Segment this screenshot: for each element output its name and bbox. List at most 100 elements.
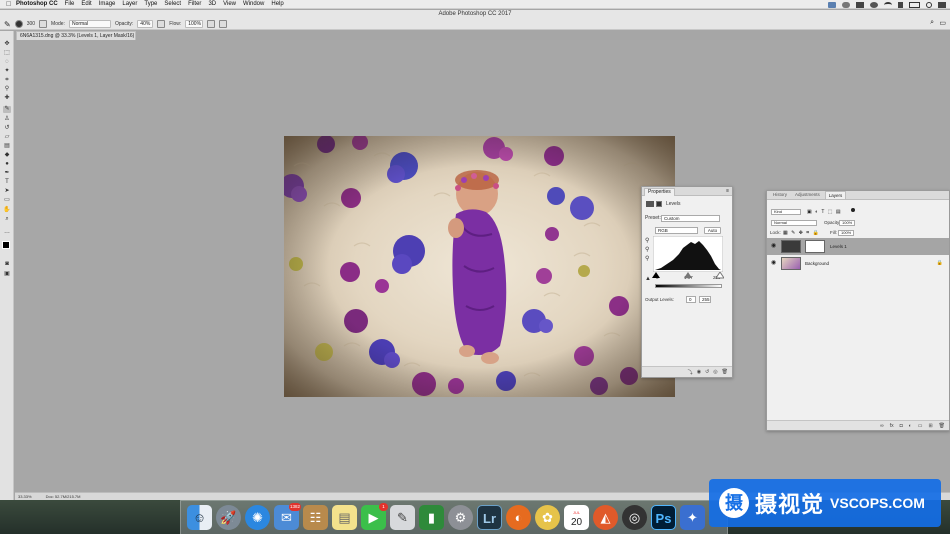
preview-icon[interactable]: ✎ <box>390 505 415 530</box>
menu-filter[interactable]: Filter <box>188 1 201 7</box>
eraser-tool-icon[interactable]: ▱ <box>3 134 11 141</box>
visibility-eye-icon[interactable]: ◉ <box>771 238 776 255</box>
reset-icon[interactable]: ↺ <box>705 369 709 375</box>
shape-tool-icon[interactable]: ▭ <box>3 197 11 204</box>
delete-layer-icon[interactable]: 🗑 <box>939 423 945 429</box>
menu-type[interactable]: Type <box>144 1 157 7</box>
view-previous-icon[interactable]: ◉ <box>697 369 701 375</box>
system-preferences-icon[interactable]: ⚙ <box>448 505 473 530</box>
healing-tool-icon[interactable]: ✚ <box>3 95 11 102</box>
spotlight-icon[interactable] <box>926 1 932 8</box>
fill-field[interactable]: 100% <box>838 230 854 236</box>
mode-select[interactable]: Normal <box>68 20 111 28</box>
clip-to-layer-icon[interactable]: ⤵ <box>688 369 693 376</box>
layer-row-background[interactable]: ◉ Background 🔒 <box>767 255 949 272</box>
numbers-icon[interactable]: ▮ <box>419 505 444 530</box>
layer-name[interactable]: Levels 1 <box>830 238 847 255</box>
preset-select[interactable]: Custom <box>661 215 720 222</box>
path-select-icon[interactable]: ➤ <box>3 188 11 195</box>
menu-window[interactable]: Window <box>243 1 264 7</box>
layer-row-levels[interactable]: ◉ Levels 1 <box>767 238 949 255</box>
facetime-icon[interactable]: ▶ 1 <box>361 503 388 530</box>
link-layers-icon[interactable]: ∞ <box>880 423 884 429</box>
filter-toggle-icon[interactable] <box>851 208 855 212</box>
kind-filter-select[interactable]: Kind <box>771 209 801 215</box>
pressure-opacity-icon[interactable] <box>157 20 166 28</box>
quick-mask-icon[interactable]: ◙ <box>3 261 11 268</box>
blend-mode-select[interactable]: Normal <box>771 220 817 226</box>
history-brush-icon[interactable]: ↺ <box>3 125 11 132</box>
brush-tool-icon[interactable]: ✎ <box>4 20 11 29</box>
visibility-icon[interactable]: ◎ <box>713 369 717 375</box>
creative-cloud-icon[interactable] <box>870 1 878 8</box>
menu-3d[interactable]: 3D <box>208 1 216 7</box>
screen-mode-icon[interactable]: ▣ <box>3 271 11 278</box>
menu-image[interactable]: Image <box>99 1 116 7</box>
contacts-icon[interactable]: ☷ <box>303 505 328 530</box>
affinity-icon[interactable]: ◭ <box>593 505 618 530</box>
lasso-tool-icon[interactable]: ◌ <box>3 59 11 66</box>
black-point-slider[interactable] <box>652 272 660 278</box>
wifi-icon[interactable] <box>884 1 892 8</box>
pressure-size-icon[interactable] <box>219 20 228 28</box>
opacity-field[interactable]: 40% <box>137 20 154 28</box>
properties-tab[interactable]: Properties <box>644 188 675 196</box>
battery-icon[interactable] <box>909 1 920 8</box>
photoshop-icon[interactable]: Ps <box>651 505 676 530</box>
clipping-warning-icon[interactable]: ▲ <box>645 276 652 282</box>
search-icon[interactable]: ⌕ <box>930 19 934 27</box>
hand-tool-icon[interactable]: ✋ <box>3 207 11 214</box>
quick-select-tool-icon[interactable]: ✦ <box>3 68 11 75</box>
notes-icon[interactable]: ▤ <box>332 505 357 530</box>
dodge-tool-icon[interactable]: ● <box>3 161 11 168</box>
output-low-field[interactable]: 0 <box>686 296 696 303</box>
add-mask-icon[interactable]: ◘ <box>900 423 903 429</box>
tab-adjustments[interactable]: Adjustments <box>792 191 823 199</box>
output-high-field[interactable]: 255 <box>699 296 711 303</box>
gradient-tool-icon[interactable]: ▤ <box>3 143 11 150</box>
layer-mask-thumb[interactable] <box>805 240 825 253</box>
menu-layer[interactable]: Layer <box>122 1 137 7</box>
dashlane-icon[interactable] <box>856 1 864 8</box>
foreground-color-swatch[interactable] <box>2 241 10 249</box>
color-wheel-icon[interactable]: ◎ <box>622 505 647 530</box>
mask-icon[interactable] <box>656 201 662 207</box>
menu-app[interactable]: Photoshop CC <box>16 1 58 7</box>
zoom-level[interactable]: 33.33% <box>18 493 32 500</box>
lightroom-icon[interactable]: Lr <box>477 505 502 530</box>
apple-icon[interactable]:  <box>6 1 16 8</box>
document-tab[interactable]: 6N6A1315.dng @ 33.3% (Levels 1, Layer Ma… <box>16 31 136 40</box>
move-tool-icon[interactable]: ✥ <box>3 41 11 48</box>
eyedropper-tool-icon[interactable]: ⚲ <box>3 86 11 93</box>
crop-tool-icon[interactable]: ⌗ <box>3 77 11 84</box>
channel-select[interactable]: RGB <box>655 227 698 234</box>
layer-name[interactable]: Background <box>805 255 829 272</box>
brush-panel-icon[interactable] <box>39 20 48 28</box>
launchpad-icon[interactable]: 🚀 <box>216 505 241 530</box>
blur-tool-icon[interactable]: ◆ <box>3 152 11 159</box>
black-point-eyedropper-icon[interactable]: ⚲ <box>645 238 652 244</box>
notifications-icon[interactable] <box>938 1 946 8</box>
fx-icon[interactable]: fx <box>890 423 894 429</box>
stamp-tool-icon[interactable]: ♙ <box>3 116 11 123</box>
input-slider-track[interactable] <box>652 272 724 280</box>
pineapple-icon[interactable]: ✿ <box>535 505 560 530</box>
zoom-tool-icon[interactable]: ⌕ <box>3 216 11 223</box>
more-tools-icon[interactable]: … <box>3 229 11 236</box>
cloud-icon[interactable] <box>842 1 850 8</box>
brush-preset-picker[interactable] <box>14 20 23 28</box>
white-point-eyedropper-icon[interactable]: ⚲ <box>645 256 652 262</box>
menu-edit[interactable]: Edit <box>81 1 91 7</box>
new-layer-icon[interactable]: ⊞ <box>928 423 932 429</box>
volume-icon[interactable] <box>898 1 903 8</box>
brush-tool-icon[interactable]: ✎ <box>3 106 11 113</box>
menu-help[interactable]: Help <box>271 1 283 7</box>
airbrush-icon[interactable] <box>207 20 216 28</box>
finder-icon[interactable]: ☺ <box>187 505 212 530</box>
marquee-tool-icon[interactable]: ⬚ <box>3 50 11 57</box>
menu-file[interactable]: File <box>65 1 75 7</box>
firefox-icon[interactable]: ◐ <box>506 505 531 530</box>
flow-field[interactable]: 100% <box>185 20 204 28</box>
menu-select[interactable]: Select <box>164 1 181 7</box>
layer-opacity-field[interactable]: 100% <box>839 220 855 226</box>
